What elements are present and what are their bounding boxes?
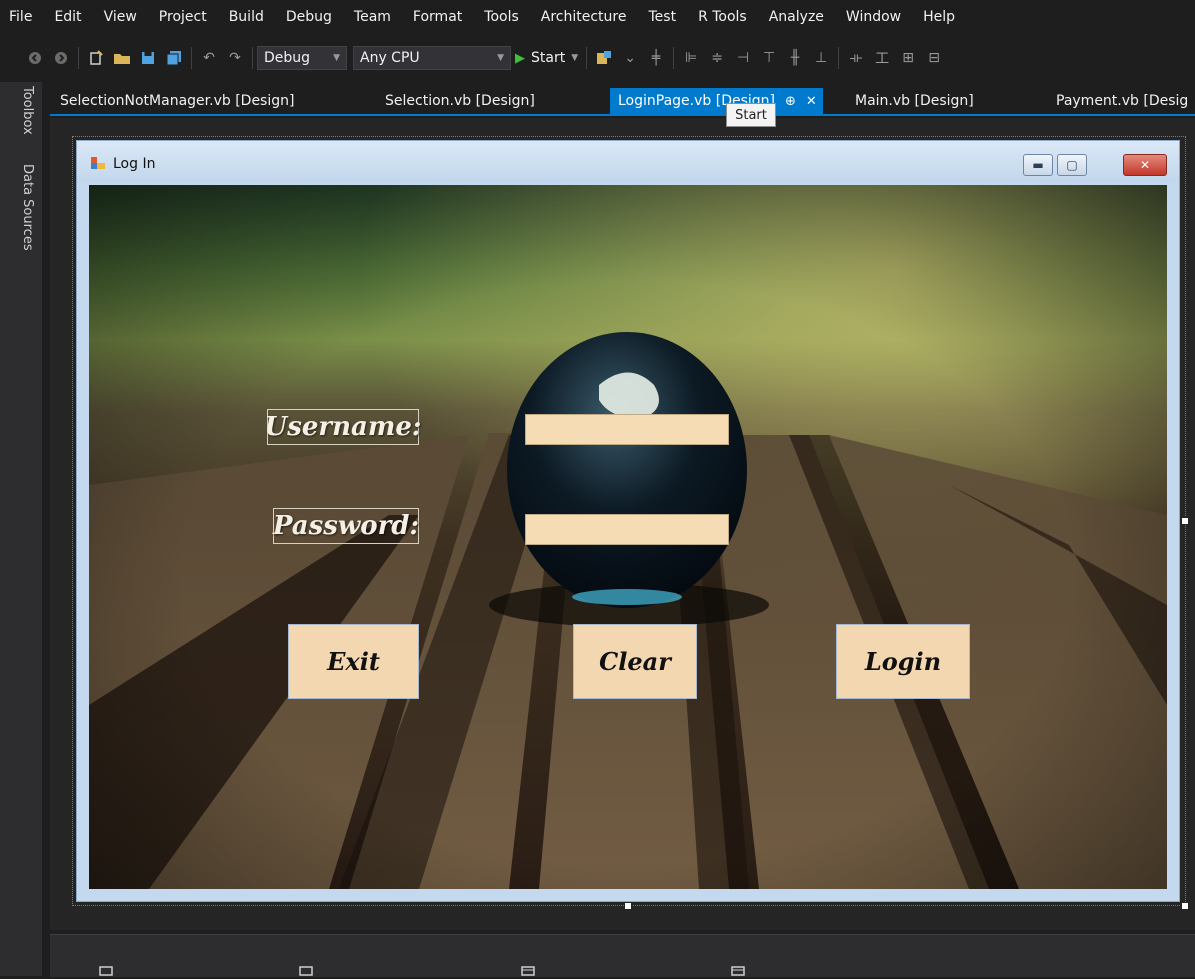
component-icon[interactable] [298,965,314,976]
login-form-window[interactable]: Log In ▬ ▢ ✕ Username: Password: Exit Cl… [76,140,1180,902]
document-tab-strip: SelectionNotManager.vb [Design] Selectio… [50,88,1195,116]
navigate-forward-icon[interactable] [51,49,71,67]
menu-window[interactable]: Window [835,9,912,25]
toolbox-tab[interactable]: Toolbox [20,86,35,135]
toolbar-separator [586,47,588,69]
tab-login-page[interactable]: LoginPage.vb [Design] ⊕ ✕ [610,88,823,114]
maximize-button[interactable]: ▢ [1057,154,1087,176]
clear-button[interactable]: Clear [573,624,697,699]
solution-platform-value: Any CPU [360,50,420,66]
left-tool-window-strip: Toolbox Data Sources [0,82,42,976]
chevron-down-icon: ▼ [333,53,340,63]
resize-handle-right[interactable] [1181,517,1189,525]
save-icon[interactable] [138,49,158,67]
tab-label: Main.vb [Design] [855,93,974,109]
pin-icon[interactable]: ⊕ [785,94,796,109]
toolbar-separator [252,47,253,69]
form-titlebar: Log In ▬ ▢ ✕ [77,141,1179,183]
toolbar-separator [191,47,192,69]
menu-analyze[interactable]: Analyze [758,9,835,25]
menu-build[interactable]: Build [218,9,275,25]
resize-handle-corner[interactable] [1181,902,1189,910]
close-icon: ✕ [1139,158,1151,172]
menu-format[interactable]: Format [402,9,473,25]
make-same-size-icon: ⊞ [902,50,914,66]
align-middles-icon: ╫ [790,50,800,66]
align-to-grid-icon: ╪ [651,50,661,66]
align-bottoms-icon: ⊥ [815,50,828,66]
menu-edit[interactable]: Edit [43,9,92,25]
minimize-button[interactable]: ▬ [1023,154,1053,176]
size-to-grid-icon: ⊟ [928,50,940,66]
form-client-area: Username: Password: Exit Clear Login [89,185,1167,889]
start-button[interactable]: ▶ Start ▼ [511,46,582,70]
component-icon[interactable] [730,965,746,976]
menu-tools[interactable]: Tools [473,9,530,25]
component-icon[interactable] [98,965,114,976]
toolbar-separator [78,47,79,69]
minimize-icon: ▬ [1032,158,1044,172]
maximize-icon: ▢ [1066,158,1078,172]
exit-button[interactable]: Exit [288,624,419,699]
menu-bar: File Edit View Project Build Debug Team … [0,0,1195,34]
menu-team[interactable]: Team [343,9,402,25]
redo-icon[interactable]: ↷ [225,49,245,67]
tab-payment[interactable]: Payment.vb [Desig [1056,88,1188,114]
start-label: Start [531,50,566,66]
standard-toolbar: ↶ ↷ Debug ▼ Any CPU ▼ ▶ Start ▼ ⌄ ╪ ⊫ ≑ … [0,40,1195,76]
menu-architecture[interactable]: Architecture [530,9,638,25]
login-button[interactable]: Login [836,624,970,699]
open-file-icon[interactable] [112,49,132,67]
align-rights-icon: ⊣ [737,50,750,66]
username-field[interactable] [525,414,729,445]
new-project-icon[interactable] [86,49,106,67]
play-icon: ▶ [515,50,525,66]
align-tops-icon: ⊤ [763,50,776,66]
align-lefts-icon: ⊫ [685,50,698,66]
toolbar-separator [673,47,675,69]
menu-r-tools[interactable]: R Tools [687,9,758,25]
form-title: Log In [113,156,156,172]
tab-selection-not-manager[interactable]: SelectionNotManager.vb [Design] [60,88,294,114]
solution-configuration-value: Debug [264,50,311,66]
undo-icon[interactable]: ↶ [199,49,219,67]
menu-project[interactable]: Project [148,9,218,25]
menu-debug[interactable]: Debug [275,9,343,25]
find-in-files-icon[interactable] [594,49,614,67]
chevron-down-icon: ▼ [497,53,504,63]
align-centers-icon: ≑ [711,50,723,66]
make-same-height-icon: 工 [875,51,890,67]
save-all-icon[interactable] [164,49,184,67]
tab-label: Payment.vb [Desig [1056,93,1189,109]
password-field[interactable] [525,514,729,545]
chevron-down-icon: ▼ [571,53,579,63]
solution-platform-dropdown[interactable]: Any CPU ▼ [353,46,511,70]
resize-handle-bottom[interactable] [624,902,632,910]
start-tooltip: Start [726,103,776,127]
menu-file[interactable]: File [0,9,43,25]
username-label: Username: [265,409,421,445]
close-icon[interactable]: ✕ [806,94,817,109]
password-label: Password: [273,508,419,544]
tab-label: Selection.vb [Design] [385,93,535,109]
menu-help[interactable]: Help [912,9,966,25]
tab-main[interactable]: Main.vb [Design] [855,88,974,114]
tab-selection[interactable]: Selection.vb [Design] [385,88,535,114]
close-window-button[interactable]: ✕ [1123,154,1167,176]
data-sources-tab[interactable]: Data Sources [20,164,35,251]
menu-view[interactable]: View [93,9,148,25]
component-icon[interactable] [520,965,536,976]
toolbar-separator [838,47,840,69]
component-tray [50,934,1195,977]
navigate-back-icon[interactable] [25,49,45,67]
make-same-width-icon: ⟛ [849,50,863,66]
form-icon [91,157,105,169]
menu-test[interactable]: Test [637,9,687,25]
solution-configuration-dropdown[interactable]: Debug ▼ [257,46,347,70]
toolbar-options-icon[interactable]: ⌄ [620,49,640,67]
tab-label: SelectionNotManager.vb [Design] [60,93,295,109]
